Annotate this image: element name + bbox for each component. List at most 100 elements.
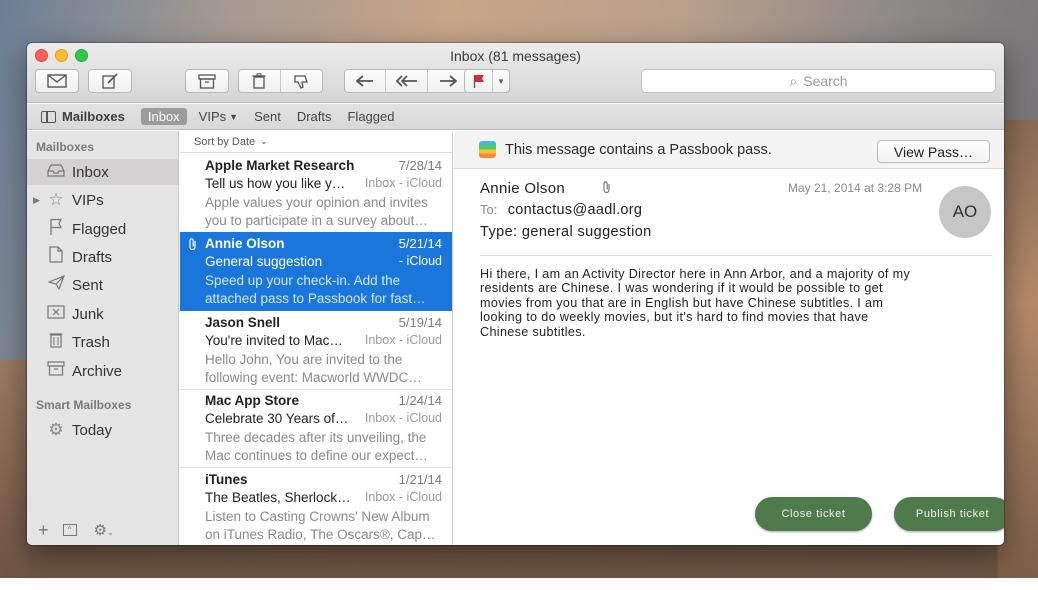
activity-icon[interactable]: ^	[62, 524, 77, 536]
gear-menu-icon[interactable]: ⚙⌄	[94, 521, 114, 539]
body-line: Chinese subtitles.	[480, 324, 586, 339]
attachment-icon	[188, 238, 198, 254]
sender: Apple Market Research	[205, 158, 355, 173]
message-list: Sort by Date ⌄ Apple Market Research 7/28…	[180, 131, 453, 545]
sort-by-date-button[interactable]: Sort by Date ⌄	[180, 131, 452, 153]
sidebar-item-junk[interactable]: Junk	[27, 301, 178, 327]
sidebar-item-label: Sent	[72, 276, 103, 294]
reply-icon	[356, 75, 374, 87]
preview-line: Hello John, You are invited to the	[205, 352, 403, 367]
sidebar-item-label: Archive	[72, 362, 123, 380]
gear-icon: ⚙	[48, 420, 64, 439]
publish-ticket-button[interactable]: Publish ticket	[894, 497, 1004, 531]
chevron-down-icon: ▼	[229, 111, 239, 122]
sidebar-item-label: Inbox	[72, 163, 109, 181]
wallpaper-cliff-right	[998, 120, 1038, 578]
mailbox-sidebar: Mailboxes Inbox ▶ ☆ VIPs Flagged Drafts	[27, 131, 179, 545]
chevron-down-icon: ▾	[498, 75, 504, 86]
recipient-line: To: contactus@aadl.org	[480, 202, 642, 218]
message-row-selected[interactable]: Annie Olson 5/21/14 General suggestion - i…	[180, 232, 452, 311]
passbook-icon	[479, 141, 496, 158]
mailboxes-label: Mailboxes	[62, 109, 125, 124]
mailbox-tag: Inbox - iCloud	[364, 411, 442, 425]
mailboxes-toggle[interactable]: Mailboxes	[41, 109, 125, 124]
preview-line: Speed up your check-in. Add the	[205, 273, 401, 288]
fav-vips[interactable]: VIPs ▼	[199, 109, 238, 124]
trash-icon	[252, 73, 266, 89]
flag-outline-icon	[46, 218, 66, 240]
sidebar-item-drafts[interactable]: Drafts	[27, 244, 178, 270]
body-line: looking to do weekly movies, but it's ha…	[480, 310, 869, 325]
sidebar-item-flagged[interactable]: Flagged	[27, 216, 178, 242]
inbox-icon	[46, 162, 66, 182]
message-body: Hi there, I am an Activity Director here…	[480, 267, 992, 339]
sidebar-item-sent[interactable]: Sent	[27, 272, 178, 298]
delete-button[interactable]	[239, 70, 281, 92]
star-icon: ☆	[48, 190, 64, 209]
sidebar-item-label: Junk	[72, 305, 104, 323]
mailbox-tag: Inbox - iCloud	[364, 333, 442, 347]
fav-sent[interactable]: Sent	[254, 109, 281, 124]
flag-menu-button[interactable]: ▾	[493, 70, 509, 92]
thumbs-down-icon	[294, 74, 309, 89]
mail-window: Inbox (81 messages) ▾ ⌕ Search Mailboxes…	[27, 43, 1004, 545]
add-mailbox-icon[interactable]: +	[38, 520, 49, 541]
sidebar-item-inbox[interactable]: Inbox	[27, 159, 178, 185]
message-row[interactable]: Mac App Store 1/24/14 Celebrate 30 Years …	[180, 389, 452, 468]
archive-button[interactable]	[185, 69, 229, 93]
junk-button[interactable]	[281, 70, 323, 92]
compose-button[interactable]	[88, 69, 132, 93]
document-icon	[46, 246, 66, 268]
preview-line: Listen to Casting Crowns' New Album	[205, 509, 430, 524]
close-ticket-button[interactable]: Close ticket	[755, 497, 872, 531]
forward-icon	[440, 75, 458, 87]
sort-label: Sort by Date	[194, 135, 256, 148]
sidebar-item-archive[interactable]: Archive	[27, 358, 178, 384]
reply-all-icon	[395, 75, 417, 87]
sender-name[interactable]: Annie Olson	[480, 180, 565, 197]
search-icon: ⌕	[789, 72, 798, 89]
fav-vips-label: VIPs	[198, 109, 227, 124]
message-type-line: Type: general suggestion	[480, 224, 652, 240]
message-row[interactable]: Apple Market Research 7/28/14 Tell us how…	[180, 154, 452, 233]
smart-mailboxes-header: Smart Mailboxes	[36, 398, 132, 412]
sender: Annie Olson	[205, 236, 285, 251]
reply-all-button[interactable]	[386, 70, 428, 92]
sidebar-header: Mailboxes	[36, 140, 95, 154]
search-placeholder: Search	[803, 73, 848, 89]
titlebar: Inbox (81 messages) ▾ ⌕ Search	[27, 43, 1004, 103]
subject: Celebrate 30 Years of…	[205, 411, 349, 426]
flag-button[interactable]	[465, 70, 493, 92]
view-pass-button[interactable]: View Pass…	[876, 140, 990, 163]
forward-button[interactable]	[428, 70, 469, 92]
reply-button[interactable]	[345, 70, 387, 92]
body-line: movies from you that are in English but …	[480, 295, 884, 310]
sender: iTunes	[205, 472, 248, 487]
archive-box-icon	[198, 73, 216, 89]
date: 7/28/14	[398, 158, 442, 173]
mailbox-tag: - iCloud	[398, 254, 442, 268]
attachment-icon	[602, 181, 612, 197]
get-mail-button[interactable]	[35, 69, 79, 93]
fav-drafts[interactable]: Drafts	[297, 109, 332, 124]
preview-line: on iTunes Radio, The Oscars®, Cap…	[205, 526, 436, 542]
fav-flagged[interactable]: Flagged	[347, 109, 394, 124]
recipient-address[interactable]: contactus@aadl.org	[508, 202, 643, 218]
date: 5/19/14	[398, 315, 442, 330]
fav-inbox[interactable]: Inbox	[140, 108, 187, 125]
search-field[interactable]: ⌕ Search	[641, 69, 996, 93]
body-line: Hi there, I am an Activity Director here…	[480, 267, 911, 281]
subject: The Beatles, Sherlock…	[205, 490, 351, 505]
sidebar-item-label: Drafts	[72, 248, 113, 266]
date: 5/21/14	[398, 236, 442, 251]
sidebar-item-trash[interactable]: Trash	[27, 329, 178, 355]
message-row[interactable]: Jason Snell 5/19/14 You're invited to Mac…	[180, 311, 452, 390]
sidebar-item-label: VIPs	[72, 191, 104, 209]
subject: Tell us how you like y…	[205, 176, 346, 191]
disclosure-triangle-icon[interactable]: ▶	[33, 195, 40, 206]
sidebar-item-today[interactable]: ⚙ Today	[27, 417, 178, 443]
message-row[interactable]: iTunes 1/21/14 The Beatles, Sherlock… Inbo…	[180, 468, 452, 545]
flag-icon	[473, 75, 484, 88]
preview-line: Apple values your opinion and invites	[205, 195, 428, 210]
sidebar-item-vips[interactable]: ▶ ☆ VIPs	[27, 187, 178, 213]
